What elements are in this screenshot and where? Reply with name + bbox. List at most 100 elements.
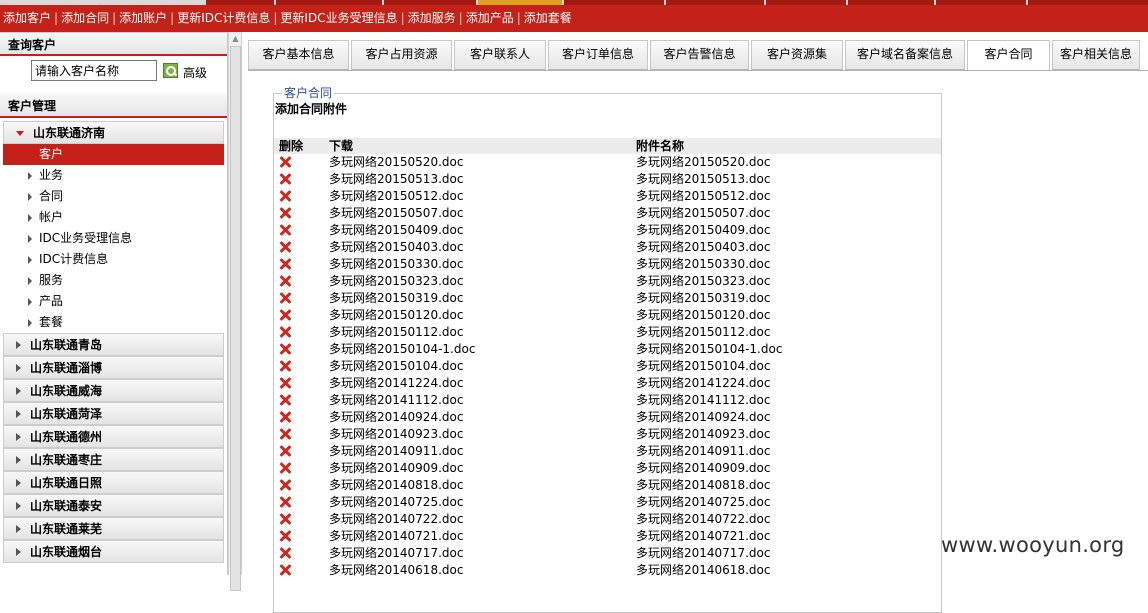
download-link[interactable]: 多玩网络20140923.doc (329, 426, 463, 443)
tab[interactable]: 客户资源集 (751, 40, 843, 70)
delete-icon[interactable] (279, 564, 291, 576)
sidebar-subitem[interactable]: 产品 (3, 291, 224, 312)
delete-icon[interactable] (279, 411, 291, 423)
download-link[interactable]: 多玩网络20150104.doc (329, 358, 463, 375)
action-link[interactable]: 添加合同 (61, 11, 109, 25)
sidebar-group[interactable]: 山东联通菏泽 (3, 402, 224, 425)
delete-icon[interactable] (279, 377, 291, 389)
delete-icon[interactable] (279, 241, 291, 253)
tab[interactable]: 客户占用资源 (351, 40, 452, 70)
group-label: 山东联通泰安 (30, 499, 103, 513)
download-link[interactable]: 多玩网络20150104-1.doc (329, 341, 475, 358)
attachment-name: 多玩网络20150512.doc (636, 189, 771, 203)
sidebar-scrollbar[interactable]: ▲ (228, 32, 242, 591)
delete-icon[interactable] (279, 207, 291, 219)
download-link[interactable]: 多玩网络20140909.doc (329, 460, 463, 477)
tab[interactable]: 客户域名备案信息 (845, 40, 965, 70)
delete-icon[interactable] (279, 445, 291, 457)
delete-icon[interactable] (279, 479, 291, 491)
action-link[interactable]: 添加账户 (119, 11, 167, 25)
search-icon[interactable] (163, 63, 178, 78)
sidebar-group[interactable]: 山东联通淄博 (3, 356, 224, 379)
customer-search-input[interactable] (31, 60, 157, 81)
sidebar-subitem[interactable]: 业务 (3, 165, 224, 186)
download-link[interactable]: 多玩网络20150409.doc (329, 222, 463, 239)
delete-icon[interactable] (279, 275, 291, 287)
download-link[interactable]: 多玩网络20150520.doc (329, 154, 463, 171)
group-jinan[interactable]: 山东联通济南 (3, 121, 224, 144)
delete-icon[interactable] (279, 513, 291, 525)
download-link[interactable]: 多玩网络20140717.doc (329, 545, 463, 562)
sidebar-subitem[interactable]: 合同 (3, 186, 224, 207)
action-link[interactable]: 添加服务 (408, 11, 456, 25)
download-link[interactable]: 多玩网络20150120.doc (329, 307, 463, 324)
sidebar-group[interactable]: 山东联通德州 (3, 425, 224, 448)
sidebar-group[interactable]: 山东联通莱芜 (3, 517, 224, 540)
download-link[interactable]: 多玩网络20150323.doc (329, 273, 463, 290)
delete-icon[interactable] (279, 360, 291, 372)
download-link[interactable]: 多玩网络20140618.doc (329, 562, 463, 579)
delete-icon[interactable] (279, 394, 291, 406)
sidebar-subitem[interactable]: 套餐 (3, 312, 224, 333)
download-link[interactable]: 多玩网络20140911.doc (329, 443, 463, 460)
action-link[interactable]: 添加产品 (466, 11, 514, 25)
download-link[interactable]: 多玩网络20150112.doc (329, 324, 463, 341)
delete-icon[interactable] (279, 292, 291, 304)
delete-icon[interactable] (279, 190, 291, 202)
action-link[interactable]: 添加套餐 (524, 11, 572, 25)
download-link[interactable]: 多玩网络20141224.doc (329, 375, 463, 392)
download-link[interactable]: 多玩网络20150319.doc (329, 290, 463, 307)
download-link[interactable]: 多玩网络20141112.doc (329, 392, 463, 409)
download-link[interactable]: 多玩网络20150330.doc (329, 256, 463, 273)
download-link[interactable]: 多玩网络20140924.doc (329, 409, 463, 426)
tab[interactable]: 客户合同 (967, 40, 1050, 71)
tab[interactable]: 客户告警信息 (650, 40, 749, 70)
group-label: 山东联通烟台 (30, 545, 103, 559)
advanced-search-link[interactable]: 高级 (183, 64, 207, 81)
download-link[interactable]: 多玩网络20140725.doc (329, 494, 463, 511)
download-link[interactable]: 多玩网络20140721.doc (329, 528, 463, 545)
sidebar-group[interactable]: 山东联通枣庄 (3, 448, 224, 471)
download-link[interactable]: 多玩网络20150512.doc (329, 188, 463, 205)
table-row: 多玩网络20150104.doc 多玩网络20150104.doc (274, 358, 941, 375)
action-link[interactable]: 更新IDC业务受理信息 (280, 11, 397, 25)
sidebar-group[interactable]: 山东联通威海 (3, 379, 224, 402)
delete-icon[interactable] (279, 173, 291, 185)
sidebar-subitems: 业务 合同 帐户 IDC业务受理信息 IDC计费信息 服务 产品 套餐 (0, 165, 227, 333)
scroll-thumb[interactable] (230, 46, 241, 591)
download-link[interactable]: 多玩网络20140818.doc (329, 477, 463, 494)
sidebar-group[interactable]: 山东联通青岛 (3, 333, 224, 356)
delete-icon[interactable] (279, 309, 291, 321)
sidebar-group[interactable]: 山东联通烟台 (3, 540, 224, 563)
sidebar-item-customer[interactable]: 客户 (3, 144, 224, 165)
sidebar-subitem[interactable]: 帐户 (3, 207, 224, 228)
scroll-up-icon[interactable]: ▲ (231, 34, 240, 43)
sidebar-group[interactable]: 山东联通日照 (3, 471, 224, 494)
table-row: 多玩网络20140924.doc 多玩网络20140924.doc (274, 409, 941, 426)
delete-icon[interactable] (279, 258, 291, 270)
tab[interactable]: 客户订单信息 (548, 40, 648, 70)
attachment-name: 多玩网络20140618.doc (636, 563, 771, 577)
download-link[interactable]: 多玩网络20150403.doc (329, 239, 463, 256)
tab[interactable]: 客户联系人 (454, 40, 546, 70)
tab[interactable]: 客户相关信息 (1052, 40, 1140, 70)
delete-icon[interactable] (279, 326, 291, 338)
action-link[interactable]: 更新IDC计费信息 (177, 11, 270, 25)
sidebar-subitem[interactable]: IDC计费信息 (3, 249, 224, 270)
delete-icon[interactable] (279, 343, 291, 355)
delete-icon[interactable] (279, 224, 291, 236)
sidebar-group[interactable]: 山东联通泰安 (3, 494, 224, 517)
action-link[interactable]: 添加客户 (3, 11, 51, 25)
delete-icon[interactable] (279, 428, 291, 440)
delete-icon[interactable] (279, 462, 291, 474)
sidebar-subitem[interactable]: IDC业务受理信息 (3, 228, 224, 249)
delete-icon[interactable] (279, 156, 291, 168)
download-link[interactable]: 多玩网络20150507.doc (329, 205, 463, 222)
delete-icon[interactable] (279, 530, 291, 542)
download-link[interactable]: 多玩网络20150513.doc (329, 171, 463, 188)
sidebar-subitem[interactable]: 服务 (3, 270, 224, 291)
delete-icon[interactable] (279, 547, 291, 559)
delete-icon[interactable] (279, 496, 291, 508)
download-link[interactable]: 多玩网络20140722.doc (329, 511, 463, 528)
tab[interactable]: 客户基本信息 (248, 40, 349, 70)
